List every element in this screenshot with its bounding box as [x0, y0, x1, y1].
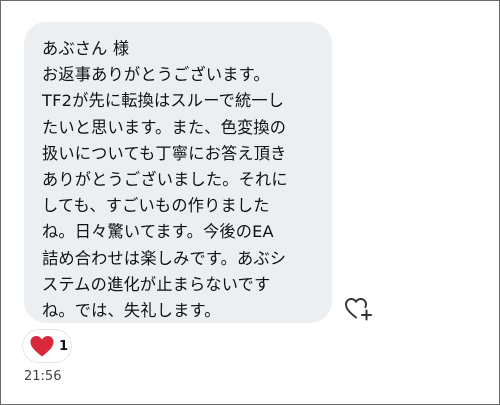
message-line: TF2が先に転換はスルーで統一し	[42, 91, 285, 111]
message-line: 詰め合わせは楽しみです。あぶシ	[42, 248, 287, 268]
message-bubble[interactable]: あぶさん 様 お返事ありがとうございます。 TF2が先に転換はスルーで統一し た…	[24, 22, 332, 323]
message-line: お返事ありがとうございます。	[42, 65, 270, 85]
heart-icon	[30, 336, 54, 357]
message-line: あぶさん 様	[42, 39, 130, 58]
message-line: ね。日々驚いてます。今後のEA	[42, 222, 274, 242]
message-line: ありがとうございました。それに	[42, 170, 288, 190]
message-line: ステムの進化が止まらないです	[42, 274, 271, 294]
message-line: ね。では、失礼します。	[42, 301, 221, 321]
message-timestamp: 21:56	[24, 369, 62, 384]
message-line: しても、すごいもの作りました	[42, 196, 270, 216]
reaction-chip[interactable]: 1	[22, 329, 72, 363]
message-line: 扱いについても丁寧にお答え頂き	[42, 143, 287, 163]
message-line: たいと思います。また、色変換の	[42, 117, 287, 137]
heart-plus-icon	[345, 298, 372, 321]
add-reaction-button[interactable]	[344, 296, 374, 322]
reaction-count: 1	[59, 338, 69, 354]
